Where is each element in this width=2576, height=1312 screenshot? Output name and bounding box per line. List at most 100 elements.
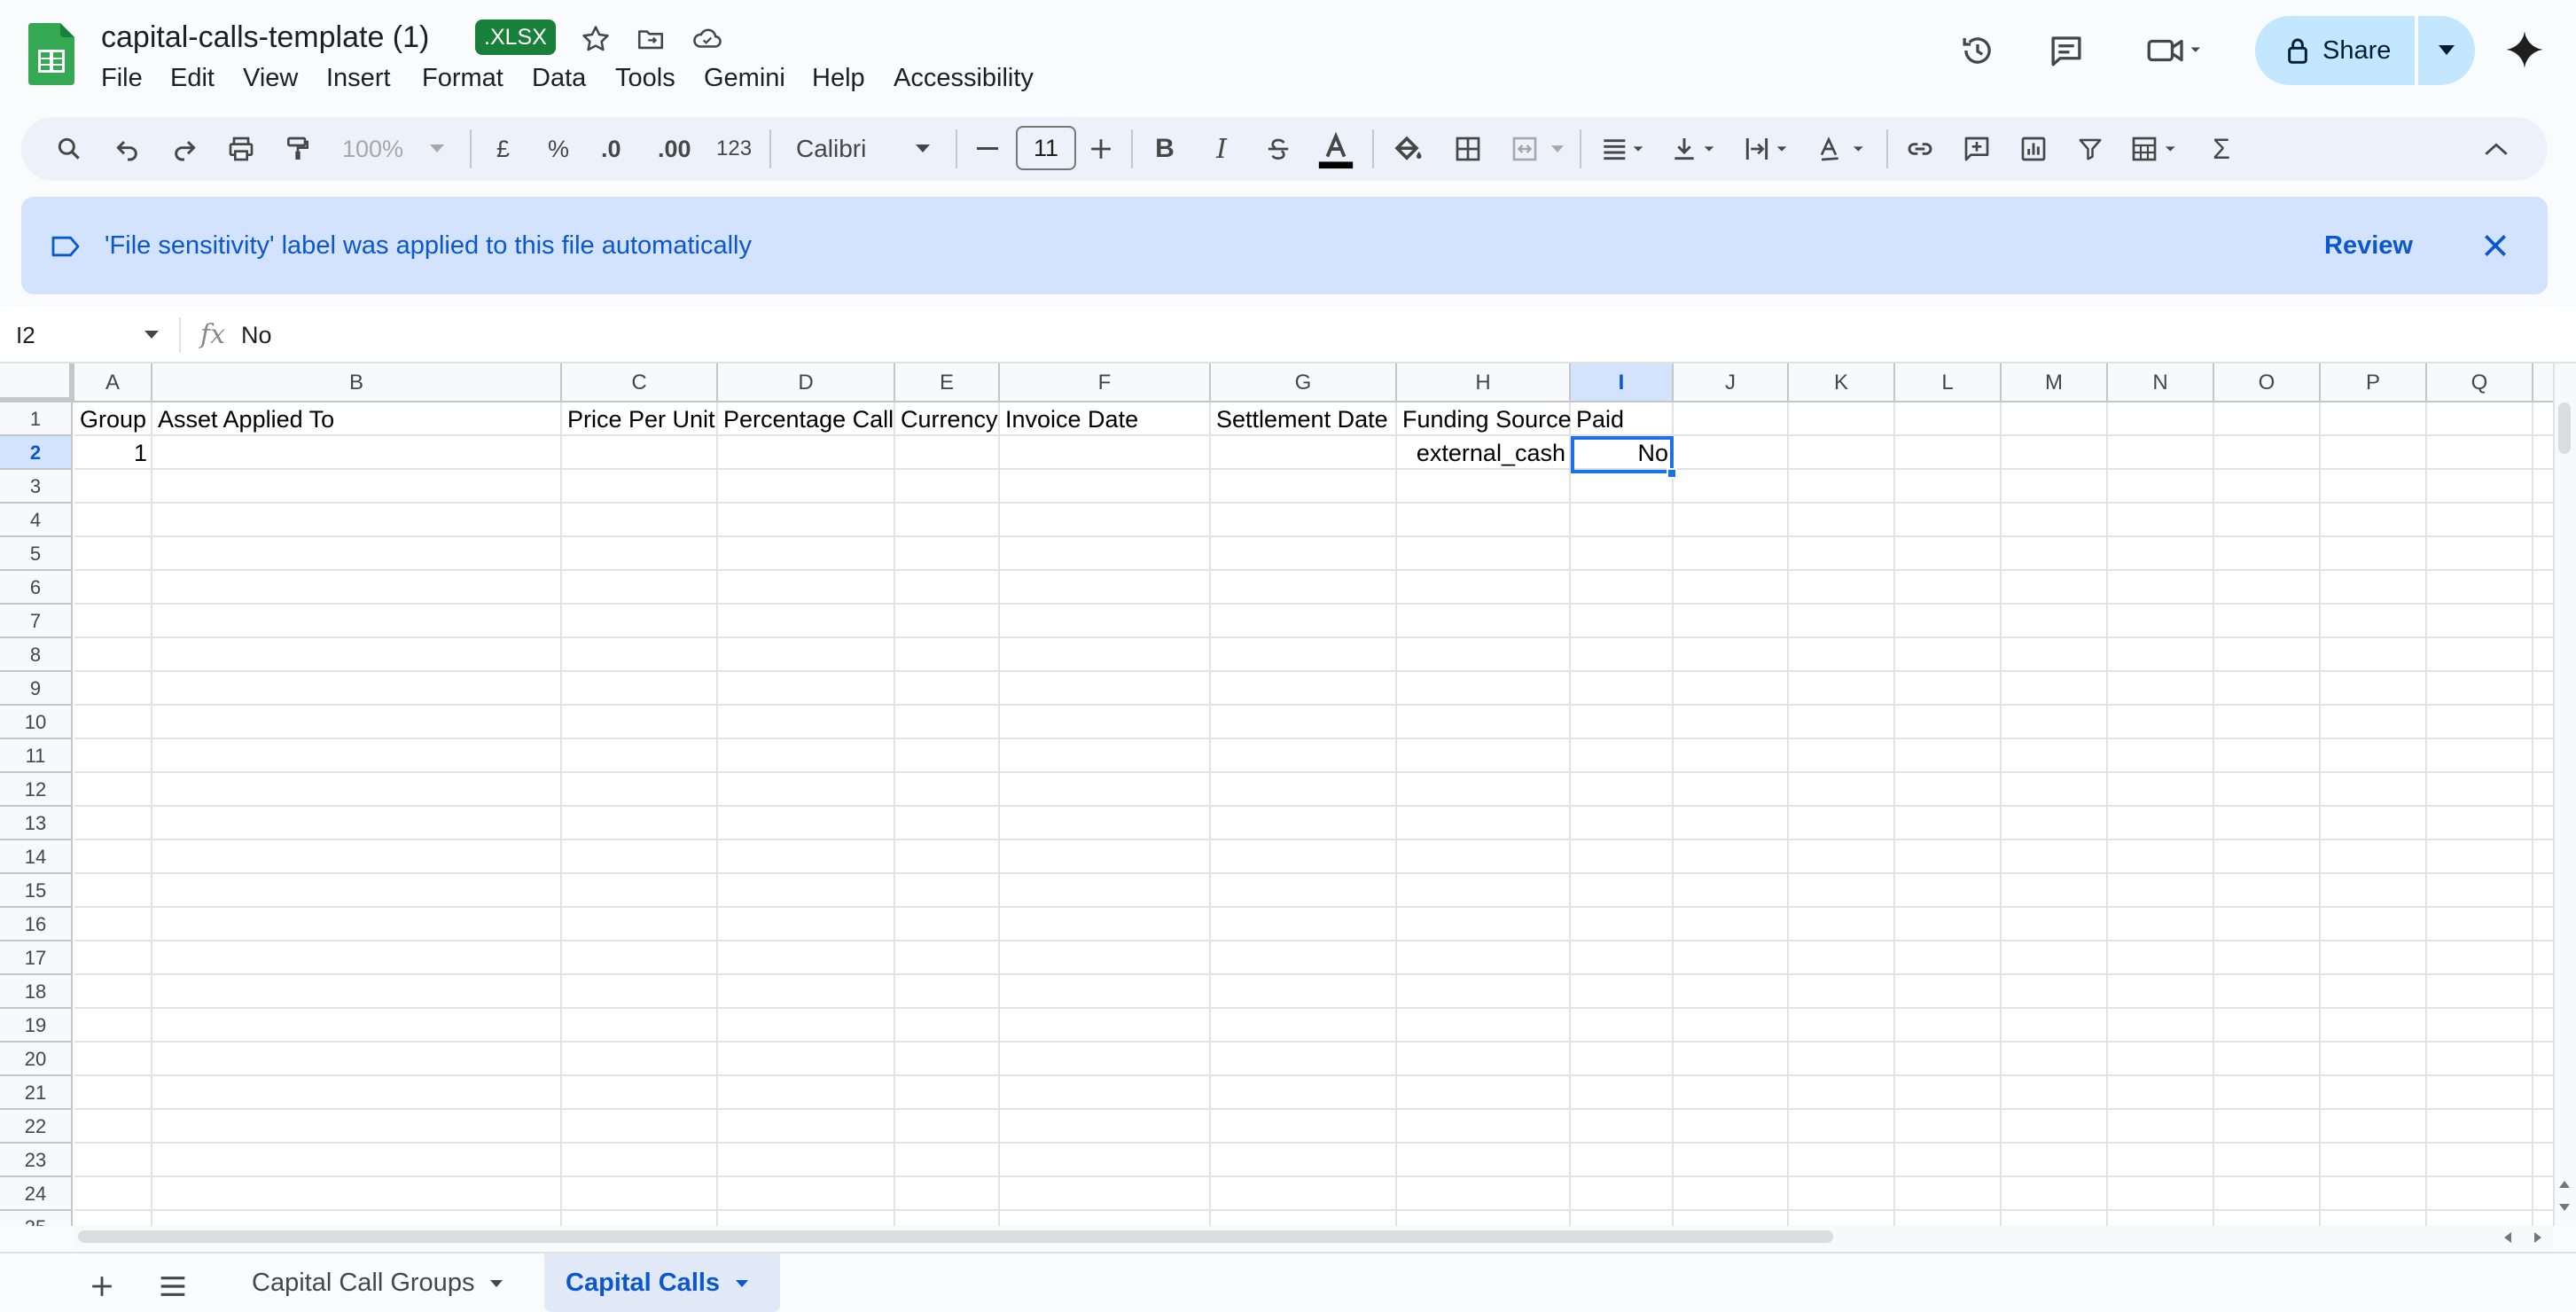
cloud-saved-icon[interactable] <box>688 21 727 57</box>
add-sheet-icon[interactable] <box>82 1266 122 1307</box>
merge-cells-icon[interactable] <box>1505 129 1544 168</box>
share-button[interactable]: Share <box>2255 16 2415 85</box>
functions-icon[interactable]: Σ <box>2202 129 2241 168</box>
font-size-input[interactable]: 11 <box>1016 126 1076 170</box>
horizontal-align-icon[interactable] <box>1596 129 1652 168</box>
row-header-12[interactable]: 12 <box>0 773 73 807</box>
more-formats-button[interactable]: 123 <box>716 129 752 168</box>
history-icon[interactable] <box>1955 28 2000 73</box>
review-button[interactable]: Review <box>2314 225 2424 266</box>
star-icon[interactable] <box>578 21 613 57</box>
column-header-n[interactable]: N <box>2108 363 2214 402</box>
horizontal-scroll-thumb[interactable] <box>78 1230 1833 1243</box>
menu-help[interactable]: Help <box>808 59 869 98</box>
cell-d1[interactable]: Percentage Call <box>718 402 895 434</box>
redo-icon[interactable] <box>165 129 204 168</box>
paint-format-icon[interactable] <box>278 129 317 168</box>
row-header-4[interactable]: 4 <box>0 504 73 537</box>
increase-font-size-icon[interactable] <box>1083 129 1119 168</box>
menu-insert[interactable]: Insert <box>323 59 394 98</box>
meet-icon[interactable] <box>2140 28 2211 73</box>
menu-view[interactable]: View <box>239 59 301 98</box>
menu-file[interactable]: File <box>98 59 146 98</box>
row-header-22[interactable]: 22 <box>0 1110 73 1144</box>
menu-gemini[interactable]: Gemini <box>700 59 789 98</box>
document-title[interactable]: capital-calls-template (1) <box>101 16 429 59</box>
all-sheets-menu-icon[interactable] <box>152 1266 193 1307</box>
row-header-3[interactable]: 3 <box>0 470 73 504</box>
row-header-20[interactable]: 20 <box>0 1043 73 1076</box>
menu-edit[interactable]: Edit <box>167 59 218 98</box>
insert-chart-icon[interactable] <box>2014 129 2053 168</box>
column-header-h[interactable]: H <box>1397 363 1571 402</box>
row-header-16[interactable]: 16 <box>0 908 73 941</box>
undo-icon[interactable] <box>108 129 147 168</box>
italic-icon[interactable]: I <box>1202 129 1241 168</box>
format-currency-button[interactable]: £ <box>496 129 510 168</box>
merge-dropdown-icon[interactable] <box>1546 129 1569 168</box>
cell-a1[interactable]: Group <box>74 402 152 434</box>
row-header-2[interactable]: 2 <box>0 436 73 470</box>
print-icon[interactable] <box>222 129 261 168</box>
cell-h2[interactable]: external_cash <box>1397 436 1571 468</box>
row-header-17[interactable]: 17 <box>0 941 73 975</box>
column-header-k[interactable]: K <box>1789 363 1895 402</box>
row-header-15[interactable]: 15 <box>0 874 73 908</box>
move-folder-icon[interactable] <box>633 21 668 57</box>
column-header-i[interactable]: I <box>1571 363 1674 402</box>
column-header-r[interactable] <box>2533 363 2553 402</box>
column-header-o[interactable]: O <box>2214 363 2321 402</box>
zoom-select[interactable]: 100% <box>342 129 403 168</box>
menu-format[interactable]: Format <box>418 59 507 98</box>
name-box-dropdown-icon[interactable] <box>138 317 165 353</box>
filter-views-icon[interactable] <box>2124 129 2186 168</box>
borders-icon[interactable] <box>1448 129 1487 168</box>
increase-decimal-button[interactable]: .00 <box>658 129 691 168</box>
search-menus-icon[interactable] <box>50 129 89 168</box>
spreadsheet-grid[interactable]: A B C D E F G H I J K L M N O P Q 1 2 3 … <box>0 363 2553 1226</box>
insert-link-icon[interactable] <box>1901 129 1940 168</box>
row-header-18[interactable]: 18 <box>0 975 73 1009</box>
row-header-25[interactable]: 25 <box>0 1211 73 1226</box>
sheets-logo-icon[interactable] <box>28 23 74 85</box>
gemini-icon[interactable] <box>2502 27 2548 73</box>
row-header-10[interactable]: 10 <box>0 706 73 739</box>
bold-icon[interactable]: B <box>1145 129 1184 168</box>
row-header-11[interactable]: 11 <box>0 739 73 773</box>
comment-icon[interactable] <box>2044 28 2088 73</box>
column-header-p[interactable]: P <box>2321 363 2427 402</box>
row-header-8[interactable]: 8 <box>0 638 73 672</box>
row-header-6[interactable]: 6 <box>0 571 73 605</box>
column-header-q[interactable]: Q <box>2427 363 2533 402</box>
insert-comment-icon[interactable] <box>1957 129 1996 168</box>
vertical-scroll-thumb[interactable] <box>2558 402 2571 454</box>
text-color-icon[interactable] <box>1314 128 1358 172</box>
column-header-l[interactable]: L <box>1895 363 2002 402</box>
decrease-decimal-button[interactable]: .0 <box>601 129 621 168</box>
cell-h1[interactable]: Funding Source <box>1397 402 1571 434</box>
hide-menus-chevron-up-icon[interactable] <box>2477 129 2516 168</box>
cell-i1[interactable]: Paid <box>1571 402 1674 434</box>
share-options-dropdown[interactable] <box>2418 16 2475 85</box>
name-box[interactable]: I2 <box>16 316 149 355</box>
close-banner-icon[interactable] <box>2475 225 2516 266</box>
formula-input[interactable]: No <box>241 316 272 355</box>
text-wrapping-icon[interactable] <box>1739 129 1796 168</box>
sheet-tab-capital-call-groups[interactable]: Capital Call Groups <box>230 1253 524 1312</box>
column-header-f[interactable]: F <box>1000 363 1211 402</box>
column-header-d[interactable]: D <box>718 363 895 402</box>
font-dropdown-icon[interactable] <box>909 129 936 168</box>
cell-g1[interactable]: Settlement Date <box>1211 402 1397 434</box>
column-header-j[interactable]: J <box>1674 363 1789 402</box>
font-family-select[interactable]: Calibri <box>796 129 866 168</box>
scroll-left-arrow-icon[interactable] <box>2498 1229 2517 1246</box>
menu-tools[interactable]: Tools <box>612 59 679 98</box>
scroll-down-arrow-icon[interactable] <box>2555 1199 2574 1216</box>
sheet-tab-capital-calls[interactable]: Capital Calls <box>544 1253 780 1312</box>
row-header-21[interactable]: 21 <box>0 1076 73 1110</box>
scroll-up-arrow-icon[interactable] <box>2555 1175 2574 1193</box>
text-rotation-icon[interactable] <box>1812 129 1874 168</box>
row-header-24[interactable]: 24 <box>0 1177 73 1211</box>
cell-e1[interactable]: Currency <box>895 402 1000 434</box>
column-header-a[interactable]: A <box>74 363 152 402</box>
